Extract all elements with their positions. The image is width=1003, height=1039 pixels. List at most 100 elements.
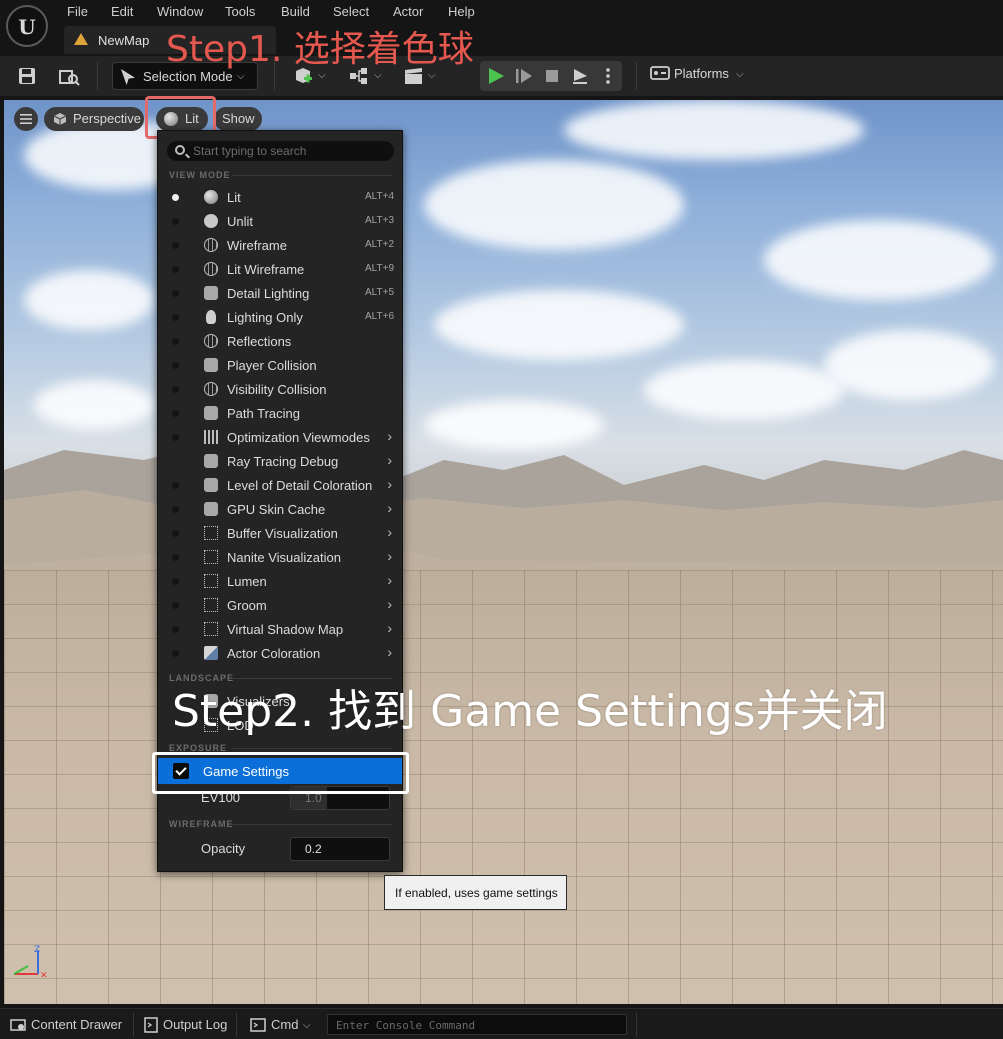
- skin-cache-icon: [204, 502, 218, 516]
- chevron-down-icon: ⌵: [237, 71, 245, 82]
- viewport-menu-button[interactable]: [14, 107, 38, 131]
- menu-help[interactable]: Help: [448, 4, 475, 19]
- advance-frame-icon[interactable]: [514, 66, 534, 86]
- menu-item-reflections[interactable]: Reflections: [158, 329, 402, 353]
- shortcut-label: ALT+5: [365, 287, 394, 298]
- radio-bullet-icon: [172, 506, 179, 513]
- hamburger-icon: [20, 114, 32, 124]
- cube-icon: [53, 113, 67, 125]
- step2-highlight: [152, 752, 409, 794]
- menu-search-box[interactable]: [167, 141, 394, 161]
- lod-coloration-icon: [204, 478, 218, 492]
- menu-item-unlit[interactable]: Unlit ALT+3: [158, 209, 402, 233]
- menu-item-lumen[interactable]: Lumen ›: [158, 569, 402, 593]
- chevron-right-icon: ›: [387, 524, 392, 540]
- chevron-right-icon: ›: [387, 428, 392, 444]
- step2-annotation: Step2. 找到 Game Settings并关闭: [172, 686, 888, 737]
- menu-edit[interactable]: Edit: [111, 4, 133, 19]
- menu-search-input[interactable]: [193, 143, 388, 159]
- ray-tracing-icon: [204, 454, 218, 468]
- chevron-right-icon: ›: [387, 572, 392, 588]
- perspective-button[interactable]: Perspective: [44, 107, 144, 131]
- chevron-right-icon: ›: [387, 548, 392, 564]
- radio-bullet-icon: [172, 578, 179, 585]
- save-icon[interactable]: [16, 65, 38, 87]
- cloud: [24, 270, 154, 330]
- console-command-box[interactable]: [327, 1014, 627, 1035]
- menu-item-lit-wireframe[interactable]: Lit Wireframe ALT+9: [158, 257, 402, 281]
- menu-item-actor-coloration[interactable]: Actor Coloration ›: [158, 641, 402, 665]
- menu-item-lit[interactable]: Lit ALT+4: [158, 185, 402, 209]
- shortcut-label: ALT+6: [365, 311, 394, 322]
- show-label: Show: [222, 111, 255, 126]
- eject-icon[interactable]: [570, 66, 590, 86]
- mountains: [4, 445, 1003, 590]
- chevron-right-icon: ›: [387, 476, 392, 492]
- menu-item-visibility-collision[interactable]: Visibility Collision: [158, 377, 402, 401]
- browse-icon[interactable]: [58, 65, 80, 87]
- radio-bullet-icon: [172, 194, 179, 201]
- menu-file[interactable]: File: [67, 4, 88, 19]
- menu-build[interactable]: Build: [281, 4, 310, 19]
- menu-bar: U File Edit Window Tools Build Select Ac…: [0, 0, 1003, 56]
- menu-item-virtual-shadow-map[interactable]: Virtual Shadow Map ›: [158, 617, 402, 641]
- menu-item-player-collision[interactable]: Player Collision: [158, 353, 402, 377]
- console-command-input[interactable]: [336, 1017, 621, 1033]
- shortcut-label: ALT+4: [365, 191, 394, 202]
- menu-item-buffer-visualization[interactable]: Buffer Visualization ›: [158, 521, 402, 545]
- platforms-label: Platforms: [674, 66, 729, 81]
- radio-bullet-icon: [172, 482, 179, 489]
- menu-item-optimization-viewmodes[interactable]: Optimization Viewmodes ›: [158, 425, 402, 449]
- unlit-sphere-icon: [204, 214, 218, 228]
- menu-item-wireframe[interactable]: Wireframe ALT+2: [158, 233, 402, 257]
- search-icon: [175, 145, 185, 155]
- menu-item-detail-lighting[interactable]: Detail Lighting ALT+5: [158, 281, 402, 305]
- menu-item-ray-tracing-debug[interactable]: Ray Tracing Debug ›: [158, 449, 402, 473]
- z-axis-label: Z: [34, 945, 40, 955]
- chevron-right-icon: ›: [387, 596, 392, 612]
- menu-item-groom[interactable]: Groom ›: [158, 593, 402, 617]
- menu-item-level-of-detail-coloration[interactable]: Level of Detail Coloration ›: [158, 473, 402, 497]
- chevron-right-icon: ›: [387, 644, 392, 660]
- menu-select[interactable]: Select: [333, 4, 369, 19]
- chevron-right-icon: ›: [387, 620, 392, 636]
- radio-bullet-icon: [172, 650, 179, 657]
- radio-bullet-icon: [172, 242, 179, 249]
- menu-item-lighting-only[interactable]: Lighting Only ALT+6: [158, 305, 402, 329]
- stop-icon[interactable]: [542, 66, 562, 86]
- lightbulb-icon: [206, 310, 216, 324]
- console-icon: [250, 1018, 266, 1032]
- unreal-logo-icon[interactable]: U: [6, 5, 48, 47]
- level-warning-icon: [74, 33, 88, 45]
- menu-item-gpu-skin-cache[interactable]: GPU Skin Cache ›: [158, 497, 402, 521]
- chevron-down-icon: ⌵: [303, 1020, 311, 1031]
- menu-actor[interactable]: Actor: [393, 4, 423, 19]
- menu-item-path-tracing[interactable]: Path Tracing: [158, 401, 402, 425]
- radio-bullet-icon: [172, 602, 179, 609]
- statusbar-divider: [236, 1013, 237, 1037]
- more-options-icon[interactable]: [601, 66, 615, 86]
- main-toolbar: Selection Mode ⌵ ⌵ ⌵ ⌵ Platforms ⌵: [0, 56, 1003, 96]
- status-bar: Content Drawer Output Log Cmd ⌵: [0, 1008, 1003, 1039]
- visibility-collision-icon: [204, 382, 218, 396]
- level-viewport[interactable]: Perspective Lit Show Z ✕: [4, 100, 1003, 1004]
- menu-item-nanite-visualization[interactable]: Nanite Visualization ›: [158, 545, 402, 569]
- lit-wireframe-icon: [204, 262, 218, 276]
- show-button[interactable]: Show: [214, 107, 262, 131]
- menu-tools[interactable]: Tools: [225, 4, 255, 19]
- play-icon[interactable]: [486, 66, 506, 86]
- shortcut-label: ALT+9: [365, 263, 394, 274]
- opacity-spinbox[interactable]: 0.2: [290, 837, 390, 861]
- chevron-right-icon: ›: [387, 500, 392, 516]
- output-log-icon: [144, 1017, 158, 1033]
- tooltip: If enabled, uses game settings: [384, 875, 567, 910]
- wireframe-icon: [204, 238, 218, 252]
- toolbar-divider: [97, 62, 98, 90]
- radio-bullet-icon: [172, 434, 179, 441]
- section-header-view-mode: VIEW MODE: [169, 170, 231, 180]
- tab-title: NewMap: [98, 33, 150, 48]
- menu-window[interactable]: Window: [157, 4, 203, 19]
- detail-lighting-icon: [204, 286, 218, 300]
- statusbar-divider: [636, 1013, 637, 1037]
- optimization-icon: [204, 430, 218, 444]
